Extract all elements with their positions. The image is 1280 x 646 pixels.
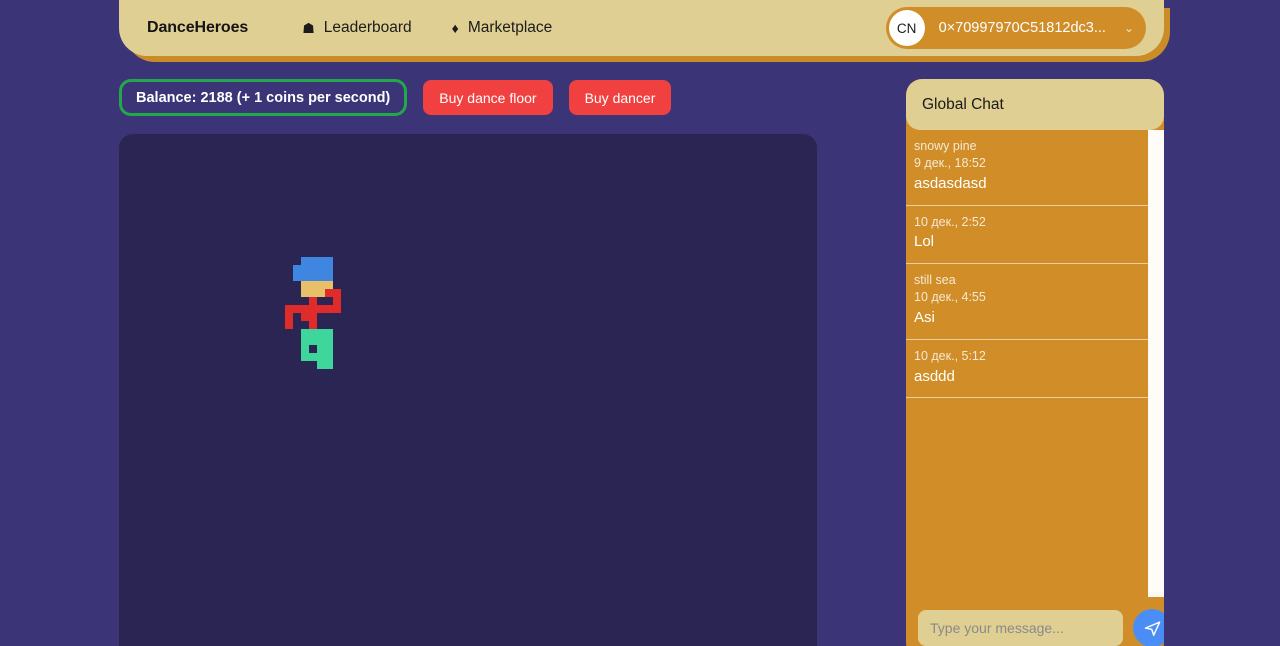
chat-scrollbar-thumb[interactable]	[1149, 130, 1163, 592]
chevron-down-icon[interactable]: ⌄	[1106, 22, 1134, 34]
nav-links: ☗ Leaderboard ♦ Marketplace	[302, 19, 552, 37]
sprite-pixel-legs	[301, 345, 309, 361]
send-icon	[1144, 620, 1160, 636]
action-bar: Balance: 2188 (+ 1 coins per second) Buy…	[119, 79, 672, 116]
avatar: CN	[888, 10, 925, 46]
sprite-pixel-legs	[301, 329, 333, 345]
sprite-pixel-legs	[317, 345, 333, 369]
balance-badge: Balance: 2188 (+ 1 coins per second)	[119, 79, 408, 116]
global-chat-panel: Global Chat snowy pine 9 дек., 18:52 asdas…	[906, 79, 1164, 646]
dance-floor-stage[interactable]	[119, 134, 817, 646]
chat-message-text: Asi	[914, 308, 935, 326]
chat-message: 10 дек., 2:52 Lol	[906, 206, 1148, 265]
chat-message: still sea 10 дек., 4:55 Asi	[906, 264, 1148, 340]
chat-scrollbar[interactable]	[1148, 130, 1164, 597]
chat-input-row	[906, 597, 1164, 646]
pixel-dancer-sprite[interactable]	[285, 257, 357, 369]
chat-message-input[interactable]	[918, 610, 1123, 646]
wallet-dropdown[interactable]: CN 0×70997970C51812dc3... ⌄	[885, 7, 1146, 49]
wallet-address: 0×70997970C51812dc3...	[938, 20, 1106, 36]
chat-message-time: 9 дек., 18:52	[914, 155, 986, 170]
chat-message-list[interactable]: snowy pine 9 дек., 18:52 asdasdasd 10 дек.,…	[906, 130, 1148, 597]
sprite-pixel-hair	[301, 257, 333, 265]
chat-message-time: 10 дек., 5:12	[914, 348, 986, 363]
navbar: DanceHeroes ☗ Leaderboard ♦ Marketplace …	[119, 0, 1164, 56]
chat-message-text: asddd	[914, 367, 955, 385]
sprite-pixel-body	[285, 305, 293, 329]
buy-dancer-button[interactable]: Buy dancer	[568, 80, 672, 115]
chat-body: snowy pine 9 дек., 18:52 asdasdasd 10 дек.,…	[906, 130, 1164, 597]
chat-message: 10 дек., 5:12 asddd	[906, 340, 1148, 399]
brand-logo[interactable]: DanceHeroes	[147, 19, 248, 37]
sprite-pixel-body	[293, 305, 341, 313]
chat-message-user: snowy pine	[914, 139, 977, 153]
chat-message: snowy pine 9 дек., 18:52 asdasdasd	[906, 130, 1148, 206]
chat-message-time: 10 дек., 4:55	[914, 290, 986, 304]
nav-item-marketplace-label: Marketplace	[467, 19, 553, 36]
sprite-pixel-body	[325, 289, 333, 297]
chat-message-user: still sea	[914, 273, 956, 288]
send-message-button[interactable]	[1133, 609, 1164, 646]
nav-item-marketplace[interactable]: ♦ Marketplace	[452, 19, 553, 37]
trophy-icon: ☗	[302, 20, 315, 36]
gem-icon: ♦	[451, 20, 459, 36]
chat-message-time: 10 дек., 2:52	[914, 214, 986, 229]
chat-message-text: Lol	[914, 233, 935, 251]
nav-item-leaderboard[interactable]: ☗ Leaderboard	[302, 19, 411, 37]
sprite-pixel-legs	[309, 353, 317, 361]
nav-item-leaderboard-label: Leaderboard	[323, 19, 412, 36]
top-navbar: DanceHeroes ☗ Leaderboard ♦ Marketplace …	[119, 0, 1170, 62]
chat-message-text: asdasdasd	[914, 174, 987, 192]
chat-title: Global Chat	[906, 79, 1164, 130]
sprite-pixel-body	[301, 313, 317, 321]
buy-dance-floor-button[interactable]: Buy dance floor	[423, 80, 553, 115]
sprite-pixel-hair	[293, 265, 333, 281]
